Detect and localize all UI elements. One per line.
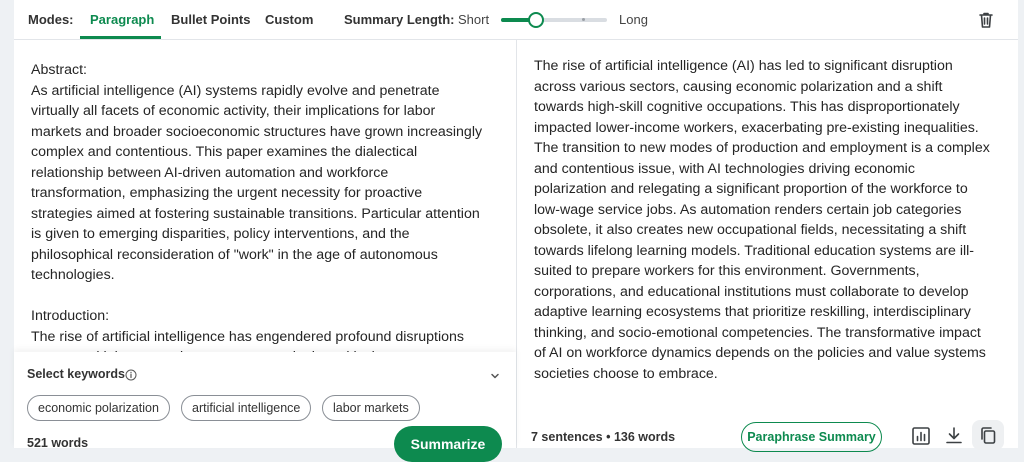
- select-keywords-label: Select keywords: [27, 367, 125, 381]
- summary-length-label: Summary Length:: [344, 12, 455, 27]
- summary-text: The rise of artificial intelligence (AI)…: [534, 58, 990, 382]
- tab-custom[interactable]: Custom: [265, 0, 313, 40]
- info-icon[interactable]: [125, 368, 137, 381]
- keyword-chip[interactable]: labor markets: [322, 395, 420, 421]
- input-paragraph-abstract: Abstract: As artificial intelligence (AI…: [31, 62, 483, 283]
- modes-label: Modes:: [28, 12, 74, 27]
- summarize-button[interactable]: Summarize: [394, 426, 502, 462]
- summarizer-app: Modes: Paragraph Bullet Points Custom Su…: [14, 0, 1018, 462]
- summary-length-slider[interactable]: [501, 12, 607, 28]
- slider-thumb[interactable]: [528, 12, 544, 28]
- copy-button[interactable]: [972, 420, 1004, 450]
- download-icon[interactable]: [943, 425, 965, 447]
- summary-length-short-label: Short: [458, 12, 490, 27]
- copy-icon[interactable]: [977, 424, 999, 446]
- summary-word-count: 136 words: [613, 430, 676, 444]
- keyword-chip[interactable]: economic polarization: [27, 395, 170, 421]
- input-paragraph-introduction: Introduction: The rise of artificial int…: [31, 308, 464, 352]
- sentence-count: 7 sentences: [531, 430, 603, 444]
- mode-toolbar: Modes: Paragraph Bullet Points Custom Su…: [14, 0, 1018, 40]
- summary-length-long-label: Long: [619, 12, 648, 27]
- output-footer: 7 sentences • 136 words Paraphrase Summa…: [517, 420, 1018, 452]
- stats-separator: •: [606, 430, 611, 444]
- tab-bullet-points[interactable]: Bullet Points: [171, 0, 250, 40]
- chevron-down-icon[interactable]: [489, 369, 501, 381]
- keywords-panel: Select keywords economic polarization ar…: [14, 352, 516, 462]
- active-tab-indicator: [80, 36, 161, 39]
- summary-stats: 7 sentences • 136 words: [531, 430, 675, 444]
- input-text-area[interactable]: Abstract: As artificial intelligence (AI…: [14, 40, 516, 352]
- keyword-chip[interactable]: artificial intelligence: [181, 395, 312, 421]
- summary-output: The rise of artificial intelligence (AI)…: [517, 40, 1018, 410]
- tab-paragraph[interactable]: Paragraph: [90, 0, 154, 40]
- statistics-icon[interactable]: [910, 425, 932, 447]
- slider-step-mark: [582, 18, 585, 21]
- trash-icon[interactable]: [976, 10, 996, 30]
